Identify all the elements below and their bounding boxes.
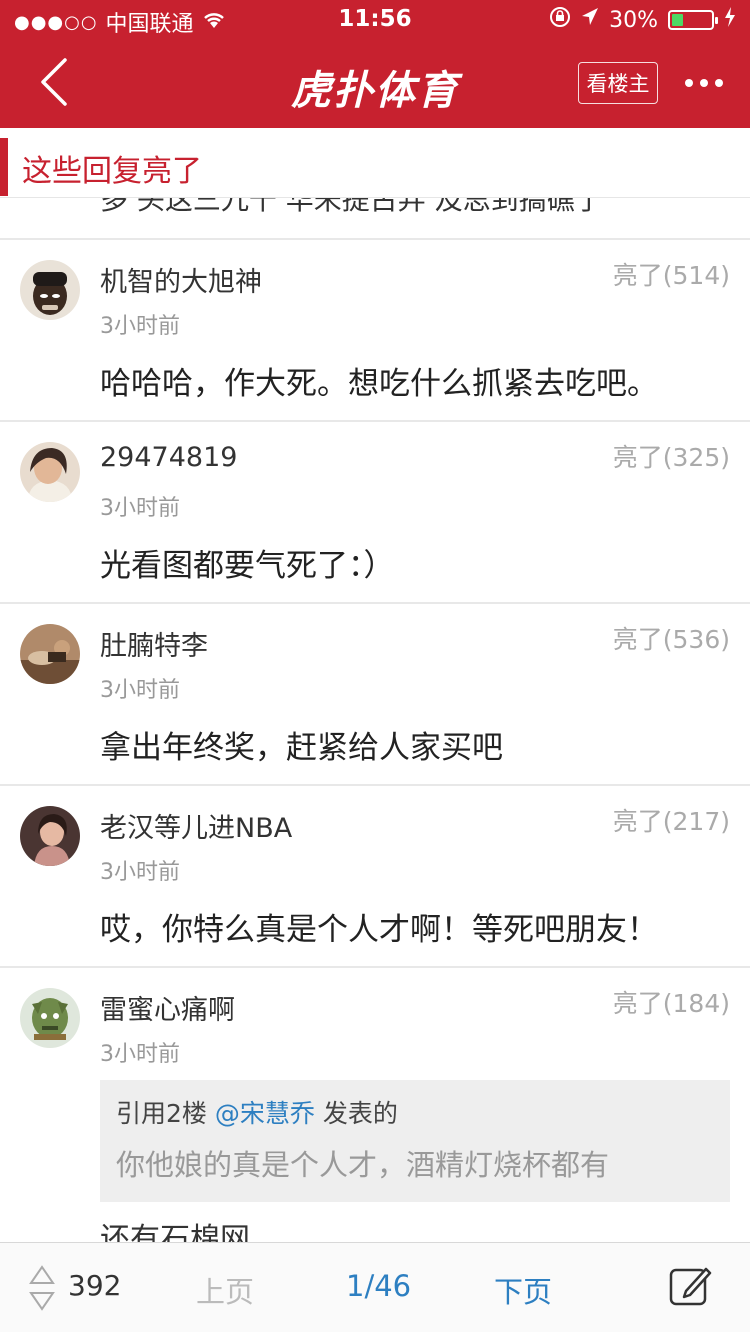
comment-username[interactable]: 老汉等儿进NBA [100, 806, 292, 845]
comment-time: 3小时前 [100, 678, 180, 703]
comment-text: 还有石棉网 [100, 1222, 250, 1242]
view-op-button[interactable]: 看楼主 [578, 62, 658, 104]
quote-suffix: 发表的 [314, 1099, 398, 1128]
comment-item[interactable]: 29474819 3小时前 亮了(325) 光看图都要气死了：） [0, 420, 750, 602]
comment-username[interactable]: 机智的大旭神 [100, 260, 262, 299]
bottom-toolbar: 392 上页 1/46 下页 [0, 1242, 750, 1332]
avatar[interactable] [20, 442, 80, 502]
light-count[interactable]: 亮了(325) [613, 438, 730, 474]
dot-icon [700, 79, 708, 87]
avatar[interactable] [20, 260, 80, 320]
comment-item[interactable]: 老汉等儿进NBA 3小时前 亮了(217) 哎，你特么真是个人才啊！等死吧朋友！ [0, 784, 750, 966]
comment-text: 拿出年终奖，赶紧给人家买吧 [100, 730, 503, 766]
quoted-reply[interactable]: 引用2楼 @宋慧乔 发表的 你他娘的真是个人才，酒精灯烧杯都有 [100, 1080, 730, 1202]
vote-arrows-icon [29, 1265, 55, 1311]
clipped-comment-text: 多 头这三九千 华未提古弄 及思到搞礁了 [100, 198, 603, 216]
comment-username[interactable]: 肚腩特李 [100, 624, 208, 663]
section-accent-bar [0, 138, 8, 196]
section-title: 这些回复亮了 [22, 154, 202, 189]
quote-user-link[interactable]: @宋慧乔 [215, 1099, 315, 1128]
location-icon [581, 7, 599, 33]
avatar[interactable] [20, 806, 80, 866]
section-header: 这些回复亮了 [0, 128, 750, 198]
quote-header: 引用2楼 @宋慧乔 发表的 [116, 1094, 398, 1130]
dot-icon [685, 79, 693, 87]
more-button[interactable] [676, 62, 732, 104]
status-bar: ●●●○○ 中国联通 11:56 30% [0, 0, 750, 40]
battery-percent: 30% [609, 7, 658, 33]
comment-text: 光看图都要气死了：） [100, 548, 395, 584]
comment-username[interactable]: 雷蜜心痛啊 [100, 988, 235, 1027]
comment-time: 3小时前 [100, 860, 180, 885]
page-indicator[interactable]: 1/46 [346, 1269, 411, 1303]
comment-item[interactable]: 肚腩特李 3小时前 亮了(536) 拿出年终奖，赶紧给人家买吧 [0, 602, 750, 784]
app-header: ●●●○○ 中国联通 11:56 30% 虎扑体育 看楼主 [0, 0, 750, 128]
comment-username[interactable]: 29474819 [100, 442, 237, 473]
avatar[interactable] [20, 624, 80, 684]
compose-button[interactable] [668, 1265, 712, 1309]
comment-list[interactable]: 多 头这三九千 华未提古弄 及思到搞礁了 机智的大旭神 3小时前 亮了(514)… [0, 198, 750, 1242]
nav-bar: 虎扑体育 看楼主 [0, 40, 750, 128]
vote-control[interactable] [28, 1261, 56, 1315]
avatar[interactable] [20, 988, 80, 1048]
quote-prefix: 引用2楼 [116, 1099, 215, 1128]
comment-time: 3小时前 [100, 1042, 180, 1067]
comment-text: 哎，你特么真是个人才啊！等死吧朋友！ [100, 912, 658, 948]
rotation-lock-icon [549, 6, 571, 34]
charging-icon [724, 7, 736, 33]
comment-item[interactable]: 机智的大旭神 3小时前 亮了(514) 哈哈哈，作大死。想吃什么抓紧去吃吧。 [0, 238, 750, 420]
comment-item[interactable]: 雷蜜心痛啊 3小时前 亮了(184) 引用2楼 @宋慧乔 发表的 你他娘的真是个… [0, 966, 750, 1242]
light-count[interactable]: 亮了(184) [613, 984, 730, 1020]
prev-page-button[interactable]: 上页 [196, 1269, 254, 1311]
dot-icon [715, 79, 723, 87]
comment-text: 哈哈哈，作大死。想吃什么抓紧去吃吧。 [100, 366, 658, 402]
comment-time: 3小时前 [100, 314, 180, 339]
light-count[interactable]: 亮了(536) [613, 620, 730, 656]
next-page-button[interactable]: 下页 [494, 1269, 552, 1311]
vote-count: 392 [68, 1269, 122, 1302]
comment-time: 3小时前 [100, 496, 180, 521]
light-count[interactable]: 亮了(514) [613, 256, 730, 292]
light-count[interactable]: 亮了(217) [613, 802, 730, 838]
compose-icon [669, 1267, 712, 1306]
quote-text: 你他娘的真是个人才，酒精灯烧杯都有 [116, 1148, 610, 1182]
battery-icon [668, 10, 718, 30]
